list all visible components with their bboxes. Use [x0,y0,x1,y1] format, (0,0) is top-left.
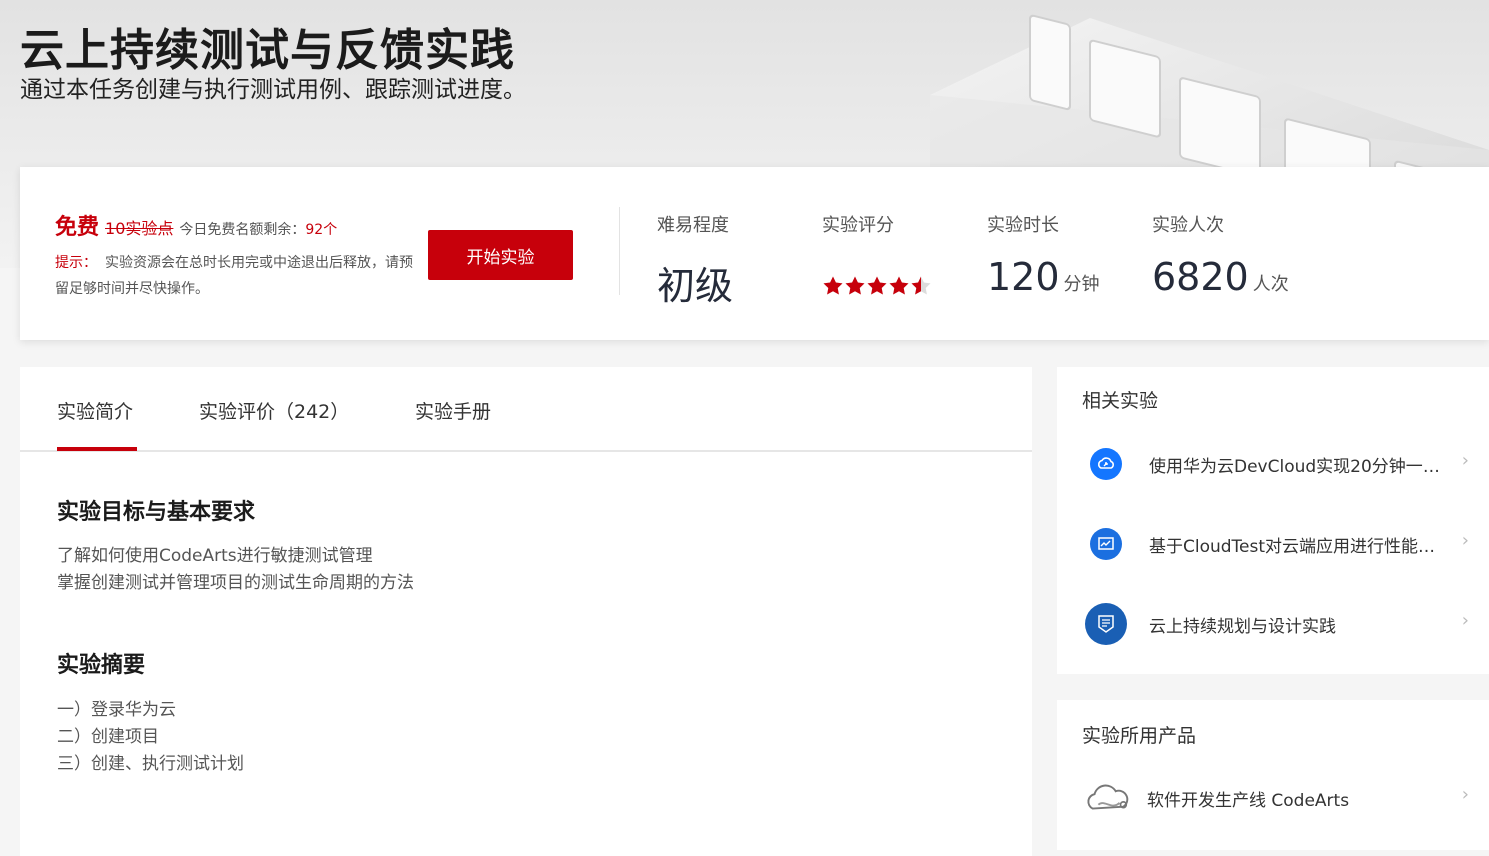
summary-item: 一）登录华为云 [57,700,176,720]
stat-duration: 实验时长 120 分钟 [987,211,1100,299]
related-item-label: 基于CloudTest对云端应用进行性能测试 [1149,536,1449,557]
goals-heading: 实验目标与基本要求 [57,500,256,525]
star-icon [911,276,931,295]
page-subtitle: 通过本任务创建与执行测试用例、跟踪测试进度。 [20,77,526,103]
divider [619,207,620,295]
participants-unit: 人次 [1252,274,1289,295]
chevron-right-icon: › [1461,784,1469,805]
tip-label: 提示： [55,255,97,271]
related-experiments-card: 相关实验 使用华为云DevCloud实现20分钟一键部署 › 基于CloudTe… [1057,367,1489,674]
tip-text: 实验资源会在总时长用完或中途退出后释放，请预留足够时间并尽快操作。 [55,255,413,297]
chevron-right-icon: › [1461,530,1469,551]
chart-monitor-icon [1090,528,1122,560]
main-content-card: 实验简介 实验评价（242） 实验手册 实验目标与基本要求 了解如何使用Code… [20,367,1032,856]
star-icon [823,276,843,295]
summary-list: 一）登录华为云 二）创建项目 三）创建、执行测试计划 [57,697,244,778]
start-experiment-button[interactable]: 开始实验 [428,230,573,280]
goal-item: 了解如何使用CodeArts进行敏捷测试管理 [57,546,373,566]
stat-difficulty: 难易程度 初级 [657,211,733,310]
duration-value-line: 120 分钟 [987,255,1100,299]
products-title: 实验所用产品 [1082,725,1197,747]
difficulty-label: 难易程度 [657,215,729,236]
tip-text-block: 提示： 实验资源会在总时长用完或中途退出后释放，请预留足够时间并尽快操作。 [55,250,415,302]
price-original: 10实验点 [105,219,174,238]
page-title: 云上持续测试与反馈实践 [20,25,515,76]
price-free: 免费 [55,215,100,240]
star-icon [845,276,865,295]
duration-value: 120 [987,255,1060,299]
tab-reviews[interactable]: 实验评价（242） [199,397,349,424]
star-icon [867,276,887,295]
related-item[interactable]: 使用华为云DevCloud实现20分钟一键部署 › [1085,442,1489,486]
goal-item: 掌握创建测试并管理项目的测试生命周期的方法 [57,573,414,593]
experiment-info-card: 免费 10实验点 今日免费名额剩余： 92个 提示： 实验资源会在总时长用完或中途… [20,167,1489,340]
product-item[interactable]: 软件开发生产线 CodeArts › [1085,776,1489,820]
stat-rating: 实验评分 [822,211,932,297]
list-shield-icon [1085,603,1127,645]
summary-heading: 实验摘要 [57,653,146,678]
related-item[interactable]: 基于CloudTest对云端应用进行性能测试 › [1085,522,1489,566]
related-item-label: 使用华为云DevCloud实现20分钟一键部署 [1149,456,1449,477]
participants-value: 6820 [1152,255,1249,299]
quota-value: 92个 [305,222,338,238]
active-tab-indicator [57,447,137,451]
summary-item: 二）创建项目 [57,727,159,747]
related-item-label: 云上持续规划与设计实践 [1149,616,1336,637]
chevron-right-icon: › [1461,450,1469,471]
rating-label: 实验评分 [822,215,894,236]
chevron-right-icon: › [1461,610,1469,631]
related-item[interactable]: 云上持续规划与设计实践 › [1085,602,1489,646]
participants-value-line: 6820 人次 [1152,255,1289,299]
star-icon [889,276,909,295]
product-item-label: 软件开发生产线 CodeArts [1147,790,1350,811]
tab-manual[interactable]: 实验手册 [415,397,491,424]
quota-label: 今日免费名额剩余： [179,222,306,238]
participants-label: 实验人次 [1152,215,1224,236]
stat-participants: 实验人次 6820 人次 [1152,211,1289,299]
tab-bar: 实验简介 实验评价（242） 实验手册 [20,367,1032,452]
rating-stars [822,275,932,297]
duration-label: 实验时长 [987,215,1059,236]
cloud-link-icon [1090,448,1122,480]
tab-intro[interactable]: 实验简介 [57,397,133,424]
goals-list: 了解如何使用CodeArts进行敏捷测试管理 掌握创建测试并管理项目的测试生命周… [57,543,414,597]
duration-unit: 分钟 [1063,274,1100,295]
difficulty-value: 初级 [657,264,734,308]
summary-item: 三）创建、执行测试计划 [57,754,244,774]
price-line: 免费 10实验点 今日免费名额剩余： 92个 [55,209,337,241]
products-card: 实验所用产品 软件开发生产线 CodeArts › [1057,700,1489,850]
related-title: 相关实验 [1082,390,1159,412]
cloud-outline-icon [1083,777,1133,819]
